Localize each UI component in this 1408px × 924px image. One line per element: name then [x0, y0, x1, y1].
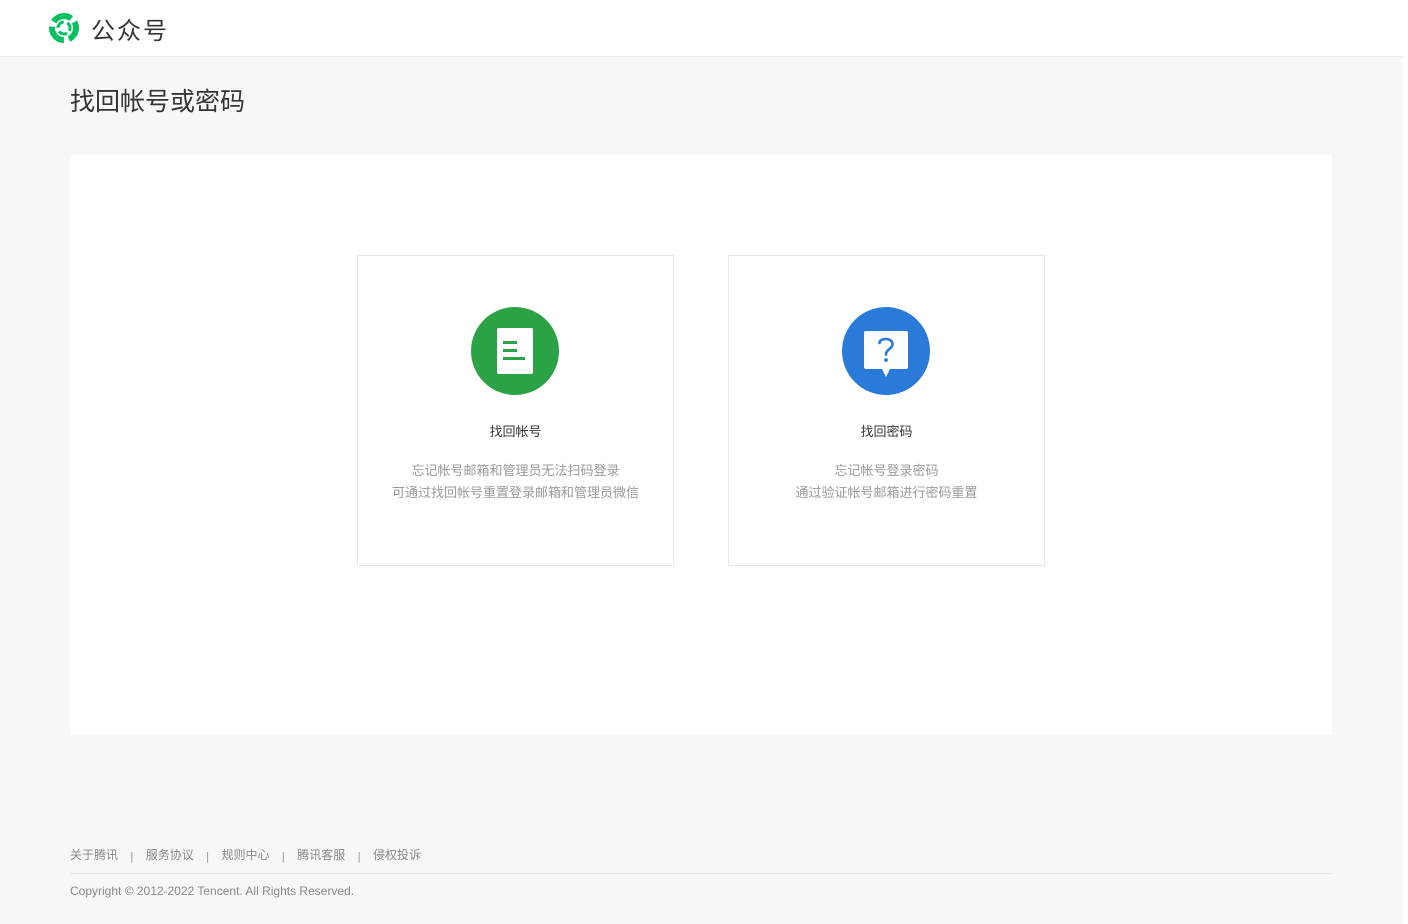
recover-account-card[interactable]: 找回帐号 忘记帐号邮箱和管理员无法扫码登录 可通过找回帐号重置登录邮箱和管理员微…: [357, 255, 674, 566]
footer-separator: |: [281, 850, 286, 863]
footer-links: 关于腾讯 | 服务协议 | 规则中心 | 腾讯客服 | 侵权投诉: [70, 846, 421, 863]
description-line: 可通过找回帐号重置登录邮箱和管理员微信: [391, 486, 639, 501]
logo[interactable]: 公众号: [47, 11, 169, 45]
page-title: 找回帐号或密码: [70, 87, 246, 116]
recover-account-title: 找回帐号: [489, 425, 542, 440]
recover-account-description: 忘记帐号邮箱和管理员无法扫码登录 可通过找回帐号重置登录邮箱和管理员微信: [358, 461, 673, 505]
footer-divider: [70, 873, 1332, 874]
wechat-official-accounts-logo-icon: [47, 11, 81, 45]
footer-separator: |: [130, 850, 134, 863]
question-bubble-icon: [842, 307, 930, 395]
footer-link-customer-service[interactable]: 腾讯客服: [297, 846, 345, 863]
recover-password-card[interactable]: 找回密码 忘记帐号登录密码 通过验证帐号邮箱进行密码重置: [728, 255, 1045, 566]
recover-password-title: 找回密码: [860, 425, 913, 440]
description-line: 忘记帐号邮箱和管理员无法扫码登录: [411, 464, 620, 479]
window-edge: [1403, 0, 1408, 924]
recover-password-description: 忘记帐号登录密码 通过验证帐号邮箱进行密码重置: [729, 461, 1044, 505]
footer-link-infringement-complaint[interactable]: 侵权投诉: [373, 846, 421, 863]
document-icon: [471, 307, 559, 395]
description-line: 忘记帐号登录密码: [834, 464, 939, 479]
recovery-options-panel: 找回帐号 忘记帐号邮箱和管理员无法扫码登录 可通过找回帐号重置登录邮箱和管理员微…: [70, 155, 1332, 735]
footer-separator: |: [357, 850, 361, 863]
footer-link-service-agreement[interactable]: 服务协议: [146, 846, 194, 863]
copyright-text: Copyright © 2012-2022 Tencent. All Right…: [70, 884, 355, 898]
description-line: 通过验证帐号邮箱进行密码重置: [795, 486, 978, 501]
top-bar: 公众号: [0, 0, 1403, 57]
logo-text: 公众号: [91, 16, 169, 45]
footer-link-about-tencent[interactable]: 关于腾讯: [70, 846, 118, 863]
footer-link-rules-center[interactable]: 规则中心: [221, 846, 269, 863]
footer-separator: |: [205, 850, 210, 863]
